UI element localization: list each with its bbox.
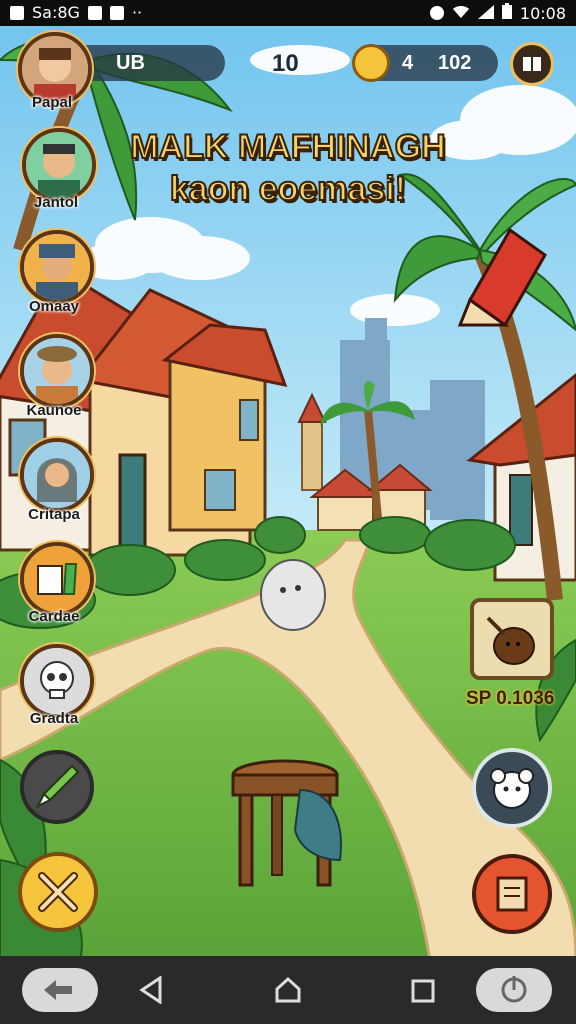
level-value: 10	[272, 50, 299, 77]
status-time-right: 10:08	[519, 3, 566, 23]
shield-icon	[109, 5, 124, 20]
book-icon	[24, 546, 90, 612]
status-time-left: Sa:8G	[32, 3, 80, 22]
skull-icon	[24, 648, 90, 714]
more-dots-icon: ··	[131, 3, 143, 22]
tools-button[interactable]	[18, 852, 98, 932]
wrench-icon	[38, 872, 78, 912]
swap-arrows-icon	[44, 980, 72, 1000]
person-portrait-icon	[24, 234, 90, 300]
power-button[interactable]	[476, 968, 552, 1012]
character-label: Omaay	[28, 298, 80, 315]
person-portrait-icon	[24, 442, 90, 508]
character-avatar-kaunoe[interactable]	[20, 334, 94, 408]
system-navigation-bar	[0, 956, 576, 1024]
menu-book-button[interactable]	[510, 42, 554, 86]
system-status-bar: Sa:8G ·· 10:08	[0, 0, 576, 26]
rock-creature	[260, 559, 326, 631]
back-button[interactable]	[138, 975, 164, 1009]
person-portrait-icon	[22, 36, 88, 102]
notification-icon	[10, 5, 24, 20]
book-icon	[521, 55, 543, 73]
switch-app-button[interactable]	[22, 968, 98, 1012]
character-label: Cardae	[28, 608, 80, 625]
character-avatar-cardae[interactable]	[20, 542, 94, 616]
person-portrait-icon	[26, 132, 92, 198]
character-avatar-omaay[interactable]	[20, 230, 94, 304]
gold-coin-icon	[352, 44, 390, 82]
recents-button[interactable]	[410, 978, 436, 1009]
character-avatar-critapa[interactable]	[20, 438, 94, 512]
person-portrait-icon	[24, 338, 90, 404]
battery-icon	[501, 3, 512, 23]
home-button[interactable]	[274, 976, 302, 1009]
inventory-item-card[interactable]	[470, 598, 554, 680]
coconut-icon	[486, 616, 535, 665]
character-label: Kaunoe	[26, 402, 82, 419]
character-label: Gradta	[29, 710, 79, 727]
character-label: Critapa	[28, 506, 80, 523]
power-icon	[501, 976, 527, 1003]
game-screen: Sa:8G ·· 10:08 UB 10 4 102 MALK MAFHINAG…	[0, 0, 576, 1024]
wifi-icon	[452, 4, 470, 23]
pencil-tool-button[interactable]	[20, 750, 94, 824]
pet-button[interactable]	[472, 748, 552, 828]
home-icon	[275, 976, 301, 1003]
coin-value: 102	[438, 52, 472, 74]
alarm-icon	[429, 6, 444, 20]
map-icon	[496, 876, 528, 912]
back-triangle-icon	[139, 975, 162, 1005]
map-button[interactable]	[472, 854, 552, 934]
character-label: Papal	[31, 94, 73, 111]
signal-icon	[477, 4, 494, 23]
item-label: SP 0.1036	[466, 688, 555, 709]
player-stat-value: UB	[116, 52, 145, 74]
character-label: Jantol	[33, 194, 79, 211]
pencil-icon	[35, 764, 80, 809]
coin-small-value: 4	[402, 52, 414, 74]
bear-icon	[490, 768, 534, 809]
character-avatar-jantol[interactable]	[22, 128, 96, 202]
image-icon	[87, 5, 102, 20]
recents-square-icon	[411, 979, 435, 1003]
character-avatar-gradta[interactable]	[20, 644, 94, 718]
